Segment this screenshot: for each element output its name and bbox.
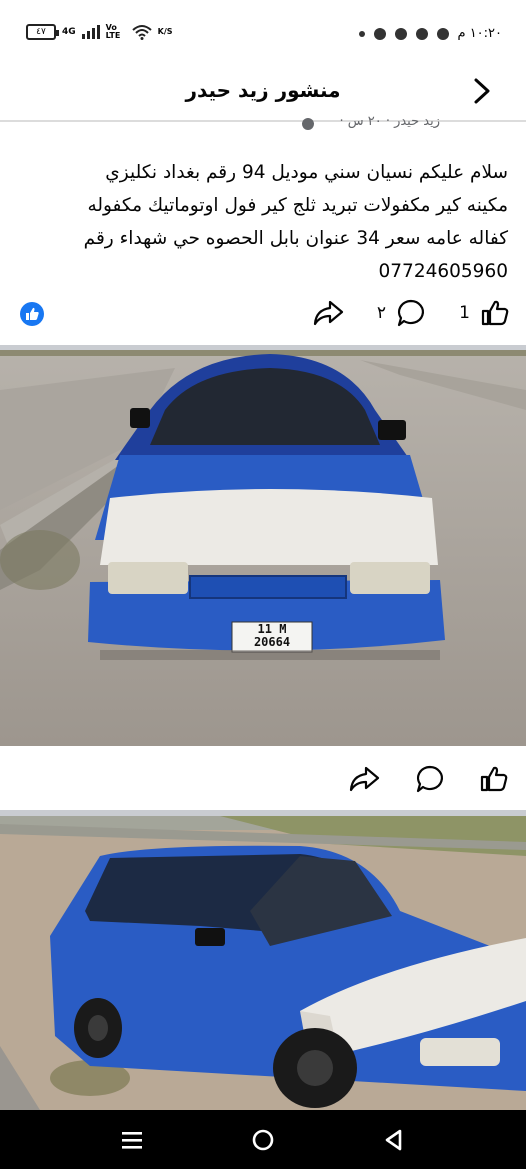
status-bar: ٤٧ 4G Vo LTE K/S ١٠:٢٠ م (0, 0, 526, 66)
author-meta[interactable]: زيد حيدر · ٢٠ س · (339, 114, 440, 130)
car-photo-front[interactable]: 11 M 20664 (0, 350, 526, 746)
facebook-notif-icon (436, 27, 449, 40)
battery-icon: ٤٧ (26, 24, 59, 40)
phone-number[interactable]: 07724605960 (16, 255, 508, 288)
messenger-notif-icon (415, 27, 428, 40)
network-type: 4G (62, 26, 76, 37)
clock: ١٠:٢٠ م (457, 26, 503, 41)
data-speed: K/S (157, 27, 173, 36)
back-triangle-icon[interactable] (380, 1126, 408, 1154)
reaction-bar: 1 ٢ (0, 292, 526, 336)
notification-dot-icon (358, 30, 365, 37)
page-title: منشور زيد حيدر (185, 78, 341, 102)
post-text-line: سلام عليكم نسيان سني موديل 94 رقم بغداد … (105, 162, 508, 183)
system-nav-bar (0, 1110, 526, 1169)
photo-action-bar (0, 746, 526, 810)
globe-icon (302, 118, 314, 130)
like-button[interactable]: 1 (459, 298, 510, 328)
share-button[interactable] (312, 298, 344, 328)
comments-count: ٢ (376, 303, 386, 323)
wifi-icon (131, 25, 152, 40)
settings-notif-icon (373, 27, 386, 40)
post-text-line: مكينه كير مكفولات تبريد ثلج كير فول اوتو… (87, 195, 508, 216)
status-left-group: ٤٧ 4G Vo LTE K/S (26, 24, 173, 40)
volte-label: Vo LTE (105, 23, 121, 40)
like-reaction-icon[interactable] (20, 302, 44, 326)
home-icon[interactable] (249, 1126, 277, 1154)
status-right-group: ١٠:٢٠ م (358, 26, 503, 41)
back-arrow-icon[interactable] (470, 76, 494, 106)
menu-icon[interactable] (118, 1126, 146, 1154)
share-icon[interactable] (348, 764, 380, 794)
plate-line: 20664 (253, 635, 291, 649)
battery-level: ٤٧ (36, 27, 46, 37)
license-plate: 11 M 20664 (234, 623, 310, 651)
header-divider (0, 120, 526, 122)
post-text: سلام عليكم نسيان سني موديل 94 رقم بغداد … (16, 156, 508, 288)
post-text-line: كفاله عامه سعر 34 عنوان بابل الحصوه حي ش… (83, 228, 508, 249)
signal-icon (81, 25, 100, 39)
comment-button[interactable]: ٢ (377, 298, 426, 328)
like-icon (481, 300, 509, 326)
comment-icon[interactable] (414, 764, 446, 794)
like-icon[interactable] (478, 764, 510, 794)
car-photo-side[interactable] (0, 816, 526, 1110)
share-icon (313, 300, 344, 326)
post-header: منشور زيد حيدر (0, 66, 526, 120)
comment-icon (397, 299, 424, 327)
likes-count: 1 (459, 303, 470, 323)
chat-notif-icon (394, 27, 407, 40)
